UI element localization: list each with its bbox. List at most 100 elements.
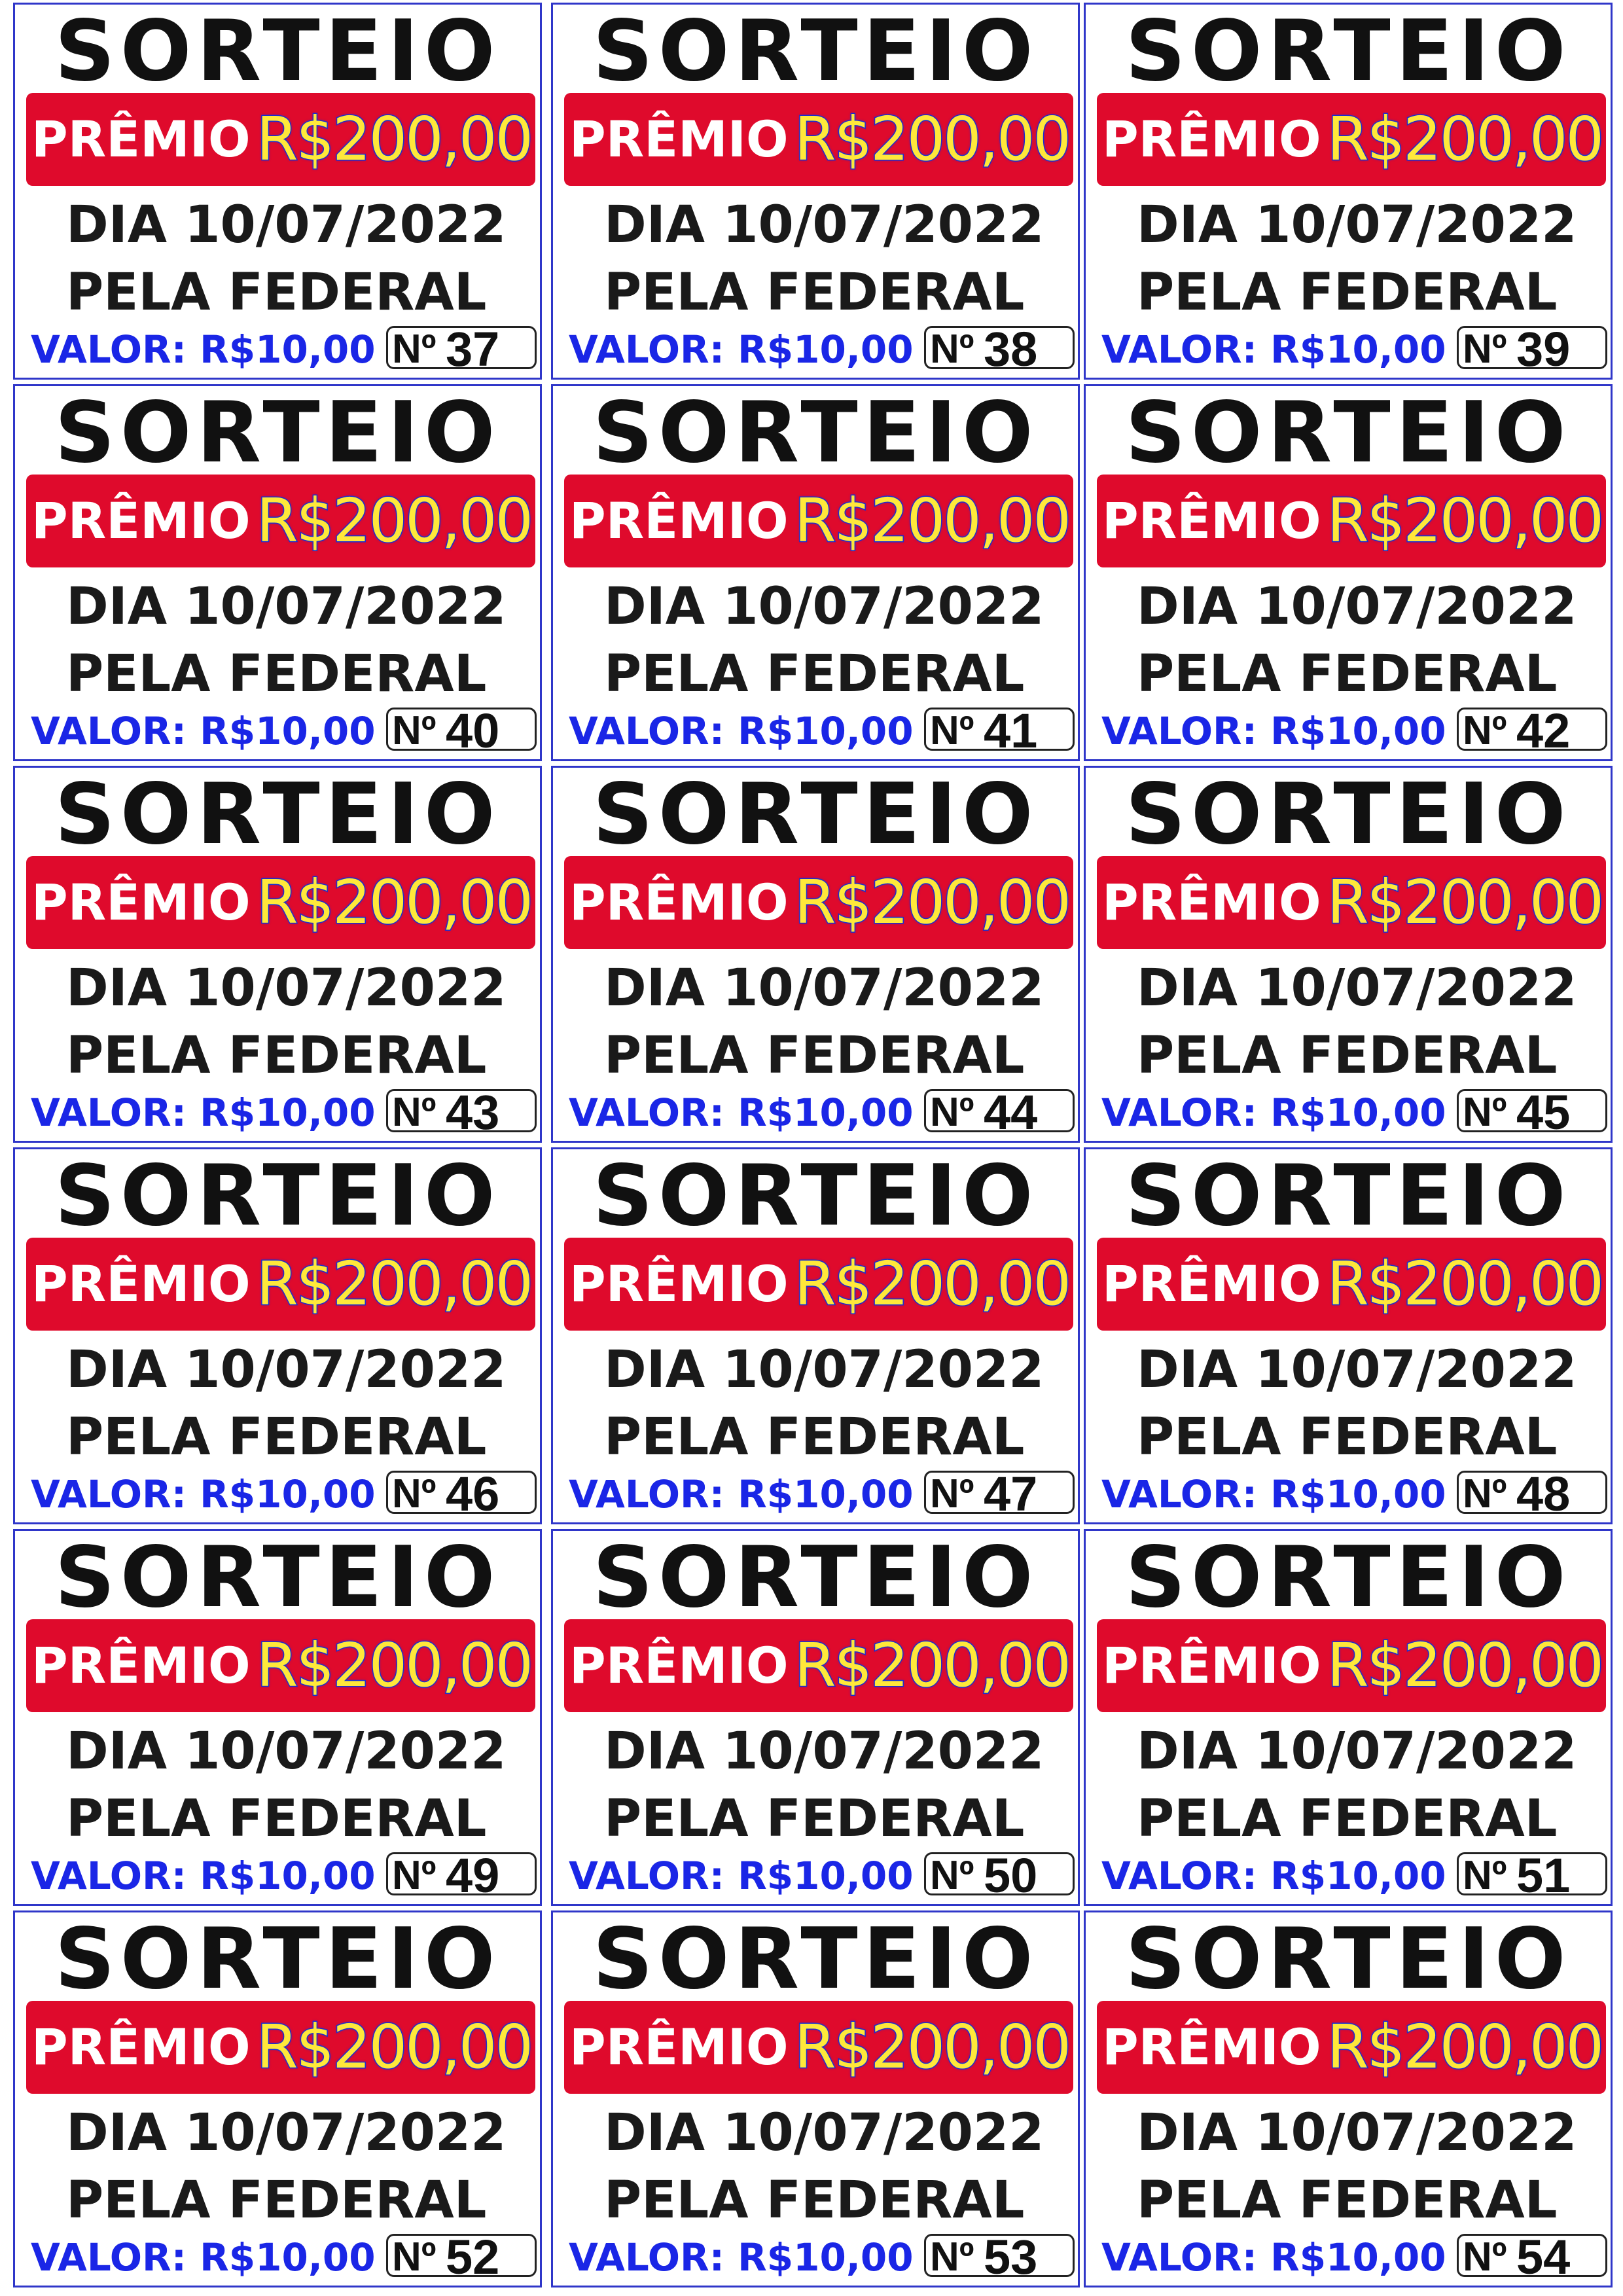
ticket-number: 45 — [1516, 1089, 1571, 1132]
ticket-number: 44 — [984, 1089, 1038, 1132]
draw-date: DIA 10/07/2022 — [604, 196, 1044, 255]
ticket-number-box: Nº 49 — [386, 1852, 537, 1895]
ticket-price: VALOR: R$10,00 — [569, 1090, 914, 1135]
number-prefix: Nº — [1463, 1471, 1507, 1514]
prize-banner: PRÊMIO R$200,00 — [26, 2001, 535, 2094]
prize-banner: PRÊMIO R$200,00 — [26, 1238, 535, 1331]
prize-label: PRÊMIO — [31, 873, 251, 931]
draw-source: PELA FEDERAL — [1137, 2171, 1558, 2230]
ticket-number: 38 — [984, 326, 1038, 369]
number-prefix: Nº — [392, 1853, 437, 1895]
ticket-number: 37 — [446, 326, 500, 369]
draw-date: DIA 10/07/2022 — [66, 196, 507, 255]
ticket-number-box: Nº 40 — [386, 708, 537, 751]
ticket-r4-c1: SORTEIO PRÊMIO R$200,00 DIA 10/07/2022 P… — [13, 1147, 542, 1524]
prize-label: PRÊMIO — [569, 2018, 789, 2076]
draw-date: DIA 10/07/2022 — [66, 1722, 507, 1781]
prize-banner: PRÊMIO R$200,00 — [1097, 1238, 1606, 1331]
draw-source: PELA FEDERAL — [604, 2171, 1025, 2230]
ticket-r2-c2: SORTEIO PRÊMIO R$200,00 DIA 10/07/2022 P… — [551, 384, 1080, 761]
ticket-number-box: Nº 54 — [1457, 2234, 1607, 2277]
number-prefix: Nº — [392, 2234, 437, 2277]
ticket-number: 51 — [1516, 1852, 1571, 1895]
ticket-title: SORTEIO — [54, 1910, 501, 2008]
prize-label: PRÊMIO — [1102, 873, 1321, 931]
ticket-title: SORTEIO — [592, 1910, 1039, 2008]
ticket-number: 53 — [984, 2234, 1038, 2277]
ticket-title: SORTEIO — [1125, 384, 1571, 482]
number-prefix: Nº — [1463, 1853, 1507, 1895]
prize-label: PRÊMIO — [31, 1636, 251, 1695]
prize-value: R$200,00 — [255, 485, 534, 557]
ticket-price: VALOR: R$10,00 — [569, 327, 914, 372]
ticket-r1-c2: SORTEIO PRÊMIO R$200,00 DIA 10/07/2022 P… — [551, 3, 1080, 380]
draw-source: PELA FEDERAL — [604, 263, 1025, 322]
draw-source: PELA FEDERAL — [604, 1789, 1025, 1848]
ticket-title: SORTEIO — [54, 1147, 501, 1245]
ticket-price: VALOR: R$10,00 — [1101, 709, 1446, 753]
prize-label: PRÊMIO — [569, 873, 789, 931]
draw-source: PELA FEDERAL — [66, 1789, 487, 1848]
prize-label: PRÊMIO — [31, 2018, 251, 2076]
ticket-number-box: Nº 43 — [386, 1089, 537, 1132]
ticket-title: SORTEIO — [592, 384, 1039, 482]
draw-date: DIA 10/07/2022 — [604, 959, 1044, 1018]
prize-banner: PRÊMIO R$200,00 — [26, 93, 535, 186]
ticket-number-box: Nº 52 — [386, 2234, 537, 2277]
ticket-title: SORTEIO — [1125, 1529, 1571, 1626]
ticket-number: 50 — [984, 1852, 1038, 1895]
draw-date: DIA 10/07/2022 — [66, 1340, 507, 1399]
prize-value: R$200,00 — [1326, 1630, 1605, 1702]
ticket-price: VALOR: R$10,00 — [569, 1854, 914, 1898]
prize-label: PRÊMIO — [569, 1255, 789, 1313]
ticket-number-box: Nº 37 — [386, 326, 537, 369]
prize-value: R$200,00 — [793, 1248, 1072, 1320]
ticket-r2-c1: SORTEIO PRÊMIO R$200,00 DIA 10/07/2022 P… — [13, 384, 542, 761]
prize-value: R$200,00 — [793, 2011, 1072, 2083]
ticket-number: 47 — [984, 1471, 1038, 1514]
ticket-r1-c3: SORTEIO PRÊMIO R$200,00 DIA 10/07/2022 P… — [1084, 3, 1613, 380]
ticket-number-box: Nº 45 — [1457, 1089, 1607, 1132]
prize-label: PRÊMIO — [1102, 2018, 1321, 2076]
ticket-title: SORTEIO — [1125, 1147, 1571, 1245]
draw-date: DIA 10/07/2022 — [66, 577, 507, 636]
ticket-r3-c3: SORTEIO PRÊMIO R$200,00 DIA 10/07/2022 P… — [1084, 766, 1613, 1143]
ticket-number-box: Nº 46 — [386, 1471, 537, 1514]
ticket-title: SORTEIO — [54, 384, 501, 482]
ticket-title: SORTEIO — [54, 3, 501, 100]
prize-banner: PRÊMIO R$200,00 — [564, 93, 1073, 186]
prize-value: R$200,00 — [1326, 485, 1605, 557]
ticket-title: SORTEIO — [1125, 1910, 1571, 2008]
ticket-price: VALOR: R$10,00 — [1101, 1472, 1446, 1516]
ticket-number-box: Nº 47 — [924, 1471, 1075, 1514]
prize-banner: PRÊMIO R$200,00 — [564, 856, 1073, 949]
ticket-r4-c2: SORTEIO PRÊMIO R$200,00 DIA 10/07/2022 P… — [551, 1147, 1080, 1524]
ticket-number: 39 — [1516, 326, 1571, 369]
ticket-price: VALOR: R$10,00 — [1101, 327, 1446, 372]
prize-banner: PRÊMIO R$200,00 — [1097, 475, 1606, 567]
ticket-title: SORTEIO — [592, 766, 1039, 863]
ticket-r5-c2: SORTEIO PRÊMIO R$200,00 DIA 10/07/2022 P… — [551, 1529, 1080, 1906]
ticket-price: VALOR: R$10,00 — [31, 1090, 376, 1135]
ticket-number: 41 — [984, 708, 1038, 751]
prize-label: PRÊMIO — [1102, 1636, 1321, 1695]
prize-value: R$200,00 — [255, 2011, 534, 2083]
ticket-sheet: SORTEIO PRÊMIO R$200,00 DIA 10/07/2022 P… — [0, 0, 1623, 2296]
prize-label: PRÊMIO — [569, 1636, 789, 1695]
ticket-price: VALOR: R$10,00 — [569, 2235, 914, 2280]
prize-label: PRÊMIO — [1102, 110, 1321, 168]
number-prefix: Nº — [930, 2234, 974, 2277]
ticket-price: VALOR: R$10,00 — [569, 1472, 914, 1516]
prize-value: R$200,00 — [255, 1630, 534, 1702]
prize-value: R$200,00 — [1326, 1248, 1605, 1320]
prize-value: R$200,00 — [1326, 2011, 1605, 2083]
ticket-number: 42 — [1516, 708, 1571, 751]
draw-date: DIA 10/07/2022 — [1137, 959, 1577, 1018]
prize-value: R$200,00 — [1326, 103, 1605, 175]
ticket-r6-c3: SORTEIO PRÊMIO R$200,00 DIA 10/07/2022 P… — [1084, 1910, 1613, 2287]
ticket-number-box: Nº 39 — [1457, 326, 1607, 369]
draw-source: PELA FEDERAL — [66, 645, 487, 704]
draw-source: PELA FEDERAL — [604, 1026, 1025, 1085]
prize-label: PRÊMIO — [1102, 492, 1321, 550]
draw-date: DIA 10/07/2022 — [1137, 1722, 1577, 1781]
